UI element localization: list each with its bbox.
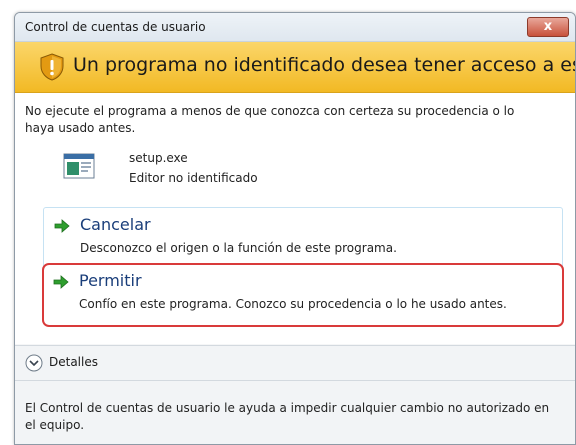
uac-dialog: Control de cuentas de usuario x Un progr… — [14, 12, 576, 445]
details-label: Detalles — [49, 355, 98, 369]
program-name: setup.exe — [129, 151, 188, 165]
warning-banner: Un programa no identificado desea tener … — [15, 42, 575, 93]
close-button[interactable]: x — [527, 17, 569, 37]
dialog-content: No ejecute el programa a menos de que co… — [15, 93, 575, 344]
footer-text: El Control de cuentas de usuario le ayud… — [25, 401, 550, 432]
warning-text: No ejecute el programa a menos de que co… — [25, 104, 515, 135]
program-publisher: Editor no identificado — [129, 171, 258, 185]
green-arrow-icon — [53, 275, 69, 289]
cancel-option[interactable]: Cancelar Desconozco el origen o la funci… — [43, 207, 563, 269]
allow-title: Permitir — [79, 271, 142, 290]
dialog-footer: El Control de cuentas de usuario le ayud… — [15, 380, 575, 444]
banner-message: Un programa no identificado desea tener … — [73, 54, 575, 76]
title-bar: Control de cuentas de usuario x — [15, 13, 575, 42]
chevron-down-icon — [25, 354, 43, 372]
green-arrow-icon — [54, 219, 70, 233]
program-icon — [63, 153, 95, 179]
window-title: Control de cuentas de usuario — [25, 20, 206, 34]
shield-warning-icon — [40, 53, 64, 81]
details-toggle[interactable]: Detalles — [15, 345, 575, 380]
cancel-title: Cancelar — [80, 215, 151, 234]
allow-description: Confío en este programa. Conozco su proc… — [79, 297, 507, 311]
allow-option[interactable]: Permitir Confío en este programa. Conozc… — [42, 263, 564, 327]
cancel-description: Desconozco el origen o la función de est… — [80, 241, 397, 255]
